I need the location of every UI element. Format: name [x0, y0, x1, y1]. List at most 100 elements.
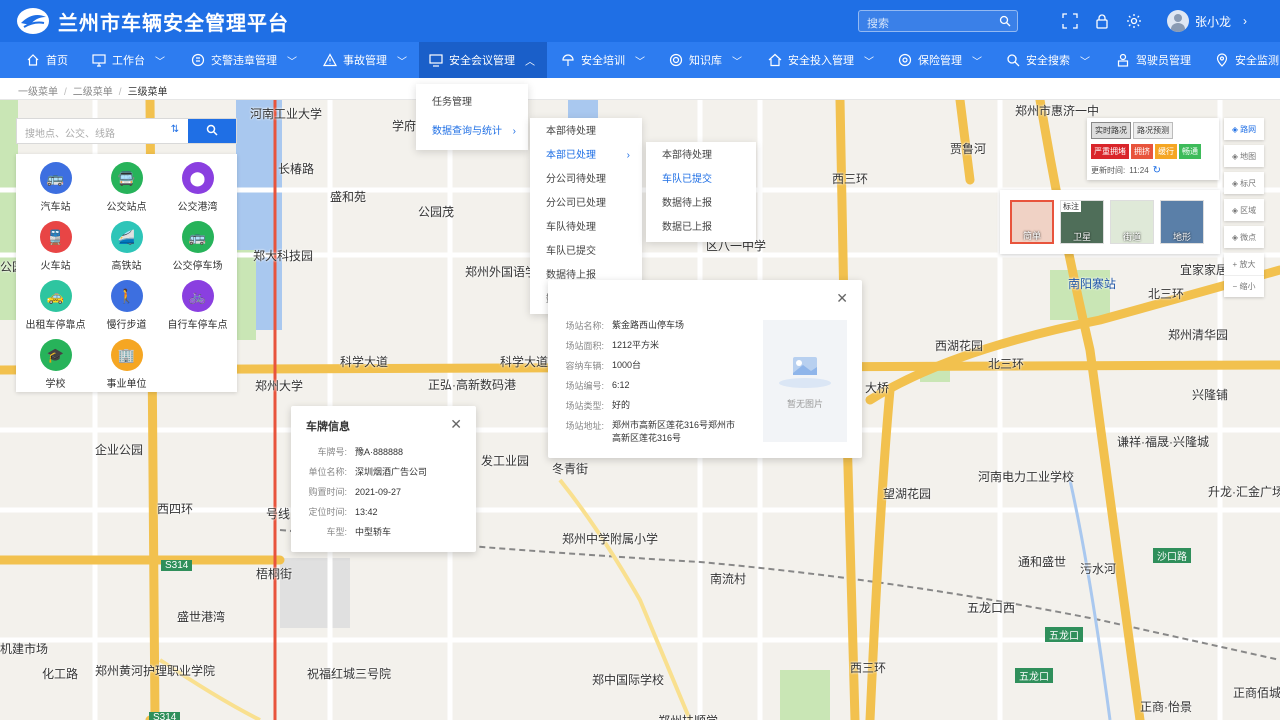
swap-route-icon[interactable]: ⇅	[162, 119, 188, 143]
breadcrumb-separator: /	[118, 87, 122, 98]
breadcrumb-level2[interactable]: 二级菜单	[73, 87, 113, 98]
menu2-item[interactable]: 分公司待处理	[530, 168, 642, 192]
category-label: 自行车停车点	[167, 320, 228, 331]
poi-category-9[interactable]: 🎓 学校	[20, 339, 91, 396]
map-tool-button[interactable]: ◈ 微点	[1224, 226, 1264, 248]
gear-icon[interactable]	[1126, 13, 1142, 29]
map-place-label: 河南工业大学	[250, 107, 323, 121]
menu3-item[interactable]: 车队已提交	[646, 168, 756, 192]
poi-category-2[interactable]: ⬤ 公交港湾	[162, 162, 233, 219]
poi-category-3[interactable]: 🚆 火车站	[20, 221, 91, 278]
nav-item-label: 首页	[46, 55, 68, 67]
poi-category-panel: 🚌 汽车站 🚍 公交站点 ⬤ 公交港湾 🚆 火车站 🚄 高铁站 🚌 公交停车场 🚕 出租车停靠点 🚶 慢行步道…	[16, 154, 237, 392]
map-tool-button[interactable]: ◈ 区域	[1224, 199, 1264, 221]
info-key: 容纳车辆:	[565, 361, 604, 371]
nav-item-8[interactable]: 保险管理 ﹀	[886, 42, 994, 78]
map-type-option[interactable]: 卫星 标注	[1060, 200, 1104, 244]
map-place-label: 盛和苑	[330, 190, 367, 204]
nav-item-4[interactable]: 安全会议管理 ︿	[419, 42, 547, 78]
poi-category-4[interactable]: 🚄 高铁站	[91, 221, 162, 278]
map-tool-label: 区域	[1240, 205, 1257, 215]
poi-category-5[interactable]: 🚌 公交停车场	[162, 221, 233, 278]
map-type-option[interactable]: 街道	[1110, 200, 1154, 244]
poi-category-10[interactable]: 🏢 事业单位	[91, 339, 162, 396]
menu1-item[interactable]: 数据查询与统计 ›	[416, 117, 528, 146]
menu3-item[interactable]: 数据待上报	[646, 192, 756, 216]
map-tool-button[interactable]: ◈ 标尺	[1224, 172, 1264, 194]
info-value: 紫金路西山停车场	[612, 320, 685, 330]
nav-item-10[interactable]: 驾驶员管理	[1102, 42, 1203, 78]
category-icon: 🚍	[110, 162, 143, 194]
vehicle-card-title: 车牌信息	[306, 421, 350, 433]
header-search-input[interactable]: 搜索	[858, 10, 1018, 32]
search-icon[interactable]	[999, 15, 1011, 30]
poi-category-8[interactable]: 🚲 自行车停车点	[162, 280, 233, 337]
realtime-traffic-button[interactable]: 实时路况	[1091, 122, 1131, 139]
map-place-label: 机建市场	[0, 642, 49, 656]
zoom-in-button[interactable]: + 放大	[1224, 253, 1264, 275]
poi-category-0[interactable]: 🚌 汽车站	[20, 162, 91, 219]
map-place-label: S314	[161, 560, 193, 571]
nav-item-5[interactable]: 安全培训 ﹀	[547, 42, 657, 78]
map-tool-button[interactable]: ◈ 地图	[1224, 145, 1264, 167]
map-search-bar[interactable]: 搜地点、公交、线路 ⇅	[16, 118, 237, 144]
nav-item-label: 安全监测	[1235, 55, 1279, 67]
map-place-label: 公园茂	[418, 205, 455, 219]
screen-icon	[429, 53, 443, 67]
chevron-down-icon: ﹀	[635, 56, 645, 68]
map-place-label: 号线	[266, 507, 291, 521]
nav-item-3[interactable]: 事故管理 ﹀	[309, 42, 419, 78]
info-key: 车型:	[326, 527, 347, 537]
lamp-icon	[561, 53, 575, 67]
menu2-item[interactable]: 车队待处理	[530, 216, 642, 240]
category-label: 公交港湾	[177, 202, 218, 213]
category-label: 汽车站	[40, 202, 71, 213]
nav-item-6[interactable]: 知识库 ﹀	[657, 42, 754, 78]
info-key: 场站编号:	[565, 381, 604, 391]
category-icon: 🚲	[181, 280, 214, 312]
map-type-badge[interactable]: 标注	[1061, 201, 1081, 212]
menu2-item[interactable]: 本部待处理	[530, 120, 642, 144]
menu3-item[interactable]: 本部待处理	[646, 144, 756, 168]
user-menu[interactable]: 张小龙 ›	[1167, 10, 1247, 32]
menu1-item[interactable]: 任务管理	[416, 88, 528, 117]
map-place-label: 盛世港湾	[177, 610, 226, 624]
nav-item-9[interactable]: 安全搜索 ﹀	[994, 42, 1102, 78]
map-type-option[interactable]: 简单	[1010, 200, 1054, 244]
map-place-label: 正商·怡景	[1140, 700, 1192, 714]
nav-item-11[interactable]: 安全监测﹀	[1203, 42, 1280, 78]
poi-category-6[interactable]: 🚕 出租车停靠点	[20, 280, 91, 337]
nav-item-2[interactable]: 交警违章管理 ﹀	[177, 42, 309, 78]
nav-item-1[interactable]: 工作台 ﹀	[80, 42, 177, 78]
close-icon[interactable]: ✕	[836, 290, 848, 307]
map-place-label: S314	[149, 712, 181, 720]
menu3-item[interactable]: 数据已上报	[646, 216, 756, 240]
poi-category-1[interactable]: 🚍 公交站点	[91, 162, 162, 219]
nav-item-7[interactable]: 安全投入管理 ﹀	[754, 42, 886, 78]
lock-icon[interactable]	[1094, 13, 1110, 29]
nav-item-label: 交警违章管理	[211, 55, 277, 67]
zoom-out-button[interactable]: − 缩小	[1224, 275, 1264, 297]
nav-item-label: 保险管理	[918, 55, 962, 67]
close-icon[interactable]: ✕	[450, 416, 462, 433]
menu2-item[interactable]: 分公司已处理	[530, 192, 642, 216]
info-row: 容纳车辆: 1000台	[562, 356, 748, 376]
menu2-item[interactable]: 本部已处理 ›	[530, 144, 642, 168]
map-search-button[interactable]	[188, 119, 236, 143]
map-place-label: 西三环	[850, 661, 887, 675]
top-header: 兰州市车辆安全管理平台 搜索 张小龙 ›	[0, 0, 1280, 42]
poi-category-7[interactable]: 🚶 慢行步道	[91, 280, 162, 337]
nav-item-0[interactable]: 首页	[0, 42, 80, 78]
category-icon: 🚕	[39, 280, 72, 312]
refresh-icon[interactable]: ↻	[1153, 165, 1161, 176]
map-tool-button[interactable]: ◈ 路网	[1224, 118, 1264, 140]
map-search-input[interactable]: 搜地点、公交、线路	[17, 119, 162, 143]
breadcrumb-level1[interactable]: 一级菜单	[18, 87, 58, 98]
fullscreen-icon[interactable]	[1062, 13, 1078, 29]
map-toolbar: ◈ 路网 ◈ 地图 ◈ 标尺 ◈ 区域 ◈ 微点 + 放大 − 缩小	[1224, 118, 1264, 297]
traffic-forecast-button[interactable]: 路况预测	[1133, 122, 1173, 139]
menu2-item[interactable]: 车队已提交	[530, 240, 642, 264]
map-place-label: 通和盛世	[1018, 555, 1067, 569]
map-type-option[interactable]: 地形	[1160, 200, 1204, 244]
shield-ring-icon	[898, 53, 912, 67]
